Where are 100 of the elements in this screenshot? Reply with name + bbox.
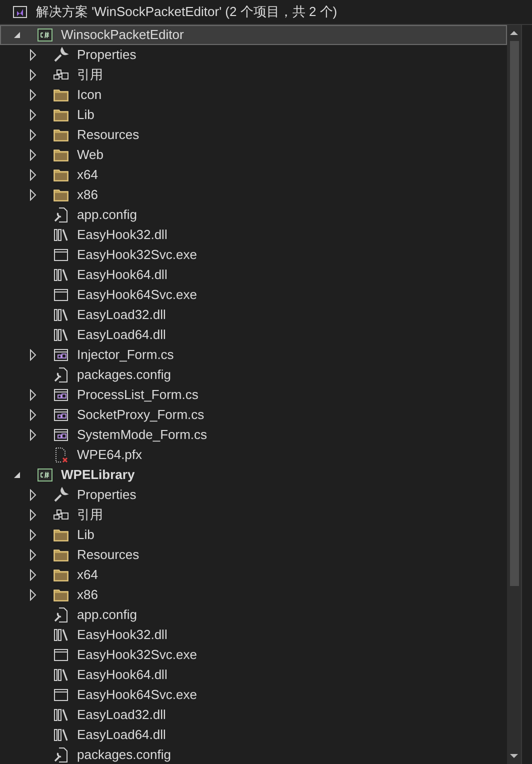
config-file-icon: [53, 747, 69, 763]
item-label: EasyLoad64.dll: [77, 326, 166, 344]
tree-item[interactable]: 引用: [0, 505, 507, 525]
expand-arrow-icon[interactable]: [29, 169, 37, 181]
folder-icon: [53, 87, 69, 103]
item-label: Resources: [77, 546, 140, 564]
folder-icon: [53, 127, 69, 143]
solution-icon: [12, 4, 28, 20]
window-file-icon: [53, 247, 69, 263]
item-label: SocketProxy_Form.cs: [77, 406, 204, 424]
tree-item[interactable]: SystemMode_Form.cs: [0, 425, 507, 445]
tree-item[interactable]: WPE64.pfx: [0, 445, 507, 465]
item-label: EasyHook32.dll: [77, 226, 168, 244]
tree-item[interactable]: app.config: [0, 605, 507, 625]
tree-item[interactable]: EasyHook64.dll: [0, 665, 507, 685]
tree-item[interactable]: packages.config: [0, 365, 507, 385]
tree-item[interactable]: EasyLoad32.dll: [0, 305, 507, 325]
tree-item[interactable]: 引用: [0, 65, 507, 85]
wrench-icon: [53, 47, 69, 63]
expand-arrow-icon[interactable]: [29, 49, 37, 61]
expand-arrow-icon[interactable]: [29, 149, 37, 161]
item-label: Web: [77, 146, 104, 164]
tree-item[interactable]: EasyHook32Svc.exe: [0, 245, 507, 265]
tree-item[interactable]: Resources: [0, 545, 507, 565]
tree-item[interactable]: EasyLoad32.dll: [0, 705, 507, 725]
tree-item[interactable]: Properties: [0, 485, 507, 505]
window-file-icon: [53, 687, 69, 703]
folder-icon: [53, 547, 69, 563]
collapse-arrow-icon[interactable]: [13, 31, 21, 39]
tree-item[interactable]: Injector_Form.cs: [0, 345, 507, 365]
item-label: EasyLoad64.dll: [77, 726, 166, 744]
expand-arrow-icon[interactable]: [29, 509, 37, 521]
tree-item[interactable]: WinsockPacketEditor: [0, 25, 507, 45]
tree-item[interactable]: ProcessList_Form.cs: [0, 385, 507, 405]
expand-arrow-icon[interactable]: [29, 109, 37, 121]
expand-arrow-icon[interactable]: [29, 529, 37, 541]
tree-item[interactable]: Properties: [0, 45, 507, 65]
item-label: packages.config: [77, 366, 171, 384]
expand-arrow-icon[interactable]: [29, 389, 37, 401]
tree-item[interactable]: Lib: [0, 525, 507, 545]
expand-arrow-icon[interactable]: [29, 569, 37, 581]
expand-arrow-icon[interactable]: [29, 409, 37, 421]
item-label: app.config: [77, 606, 137, 624]
item-label: app.config: [77, 206, 137, 224]
tree-item[interactable]: EasyLoad64.dll: [0, 725, 507, 745]
tree-item[interactable]: EasyLoad64.dll: [0, 325, 507, 345]
library-icon: [53, 707, 69, 723]
expand-arrow-icon[interactable]: [29, 89, 37, 101]
tree-item[interactable]: Lib: [0, 105, 507, 125]
scroll-thumb[interactable]: [510, 41, 518, 586]
tree-item[interactable]: x64: [0, 565, 507, 585]
folder-icon: [53, 187, 69, 203]
folder-icon: [53, 107, 69, 123]
tree-item[interactable]: SocketProxy_Form.cs: [0, 405, 507, 425]
item-label: SystemMode_Form.cs: [77, 426, 208, 444]
item-label: x64: [77, 566, 98, 584]
expand-arrow-icon[interactable]: [29, 489, 37, 501]
expand-arrow-icon[interactable]: [29, 349, 37, 361]
tree-item[interactable]: app.config: [0, 205, 507, 225]
tree-item[interactable]: Web: [0, 145, 507, 165]
expand-arrow-icon[interactable]: [29, 549, 37, 561]
form-icon: [53, 387, 69, 403]
tree-item[interactable]: WPELibrary: [0, 465, 507, 485]
tree-item[interactable]: Resources: [0, 125, 507, 145]
config-file-icon: [53, 607, 69, 623]
tree-item[interactable]: EasyHook64Svc.exe: [0, 285, 507, 305]
form-icon: [53, 407, 69, 423]
collapse-arrow-icon[interactable]: [13, 471, 21, 479]
tree-item[interactable]: x86: [0, 585, 507, 605]
item-label: 引用: [77, 506, 103, 524]
tree-item[interactable]: EasyHook64.dll: [0, 265, 507, 285]
item-label: WinsockPacketEditor: [61, 26, 184, 44]
folder-icon: [53, 567, 69, 583]
scrollbar[interactable]: [507, 25, 522, 764]
csharp-project-icon: [37, 467, 53, 483]
library-icon: [53, 227, 69, 243]
item-label: EasyHook32Svc.exe: [77, 246, 197, 264]
tree-item[interactable]: EasyHook64Svc.exe: [0, 685, 507, 705]
tree-item[interactable]: EasyHook32.dll: [0, 625, 507, 645]
tree-item[interactable]: EasyHook32.dll: [0, 225, 507, 245]
tree-item[interactable]: packages.config: [0, 745, 507, 764]
expand-arrow-icon[interactable]: [29, 589, 37, 601]
item-label: x86: [77, 586, 98, 604]
item-label: WPE64.pfx: [77, 446, 142, 464]
expand-arrow-icon[interactable]: [29, 429, 37, 441]
solution-title: 解决方案 'WinSockPacketEditor' (2 个项目，共 2 个): [36, 3, 338, 22]
item-label: Resources: [77, 126, 140, 144]
expand-arrow-icon[interactable]: [29, 129, 37, 141]
scroll-up-icon[interactable]: [510, 29, 518, 37]
tree-item[interactable]: EasyHook32Svc.exe: [0, 645, 507, 665]
config-file-icon: [53, 367, 69, 383]
item-label: ProcessList_Form.cs: [77, 386, 198, 404]
expand-arrow-icon[interactable]: [29, 69, 37, 81]
form-icon: [53, 347, 69, 363]
tree-item[interactable]: x86: [0, 185, 507, 205]
item-label: Icon: [77, 86, 102, 104]
scroll-down-icon[interactable]: [510, 752, 518, 760]
expand-arrow-icon[interactable]: [29, 189, 37, 201]
tree-item[interactable]: Icon: [0, 85, 507, 105]
tree-item[interactable]: x64: [0, 165, 507, 185]
